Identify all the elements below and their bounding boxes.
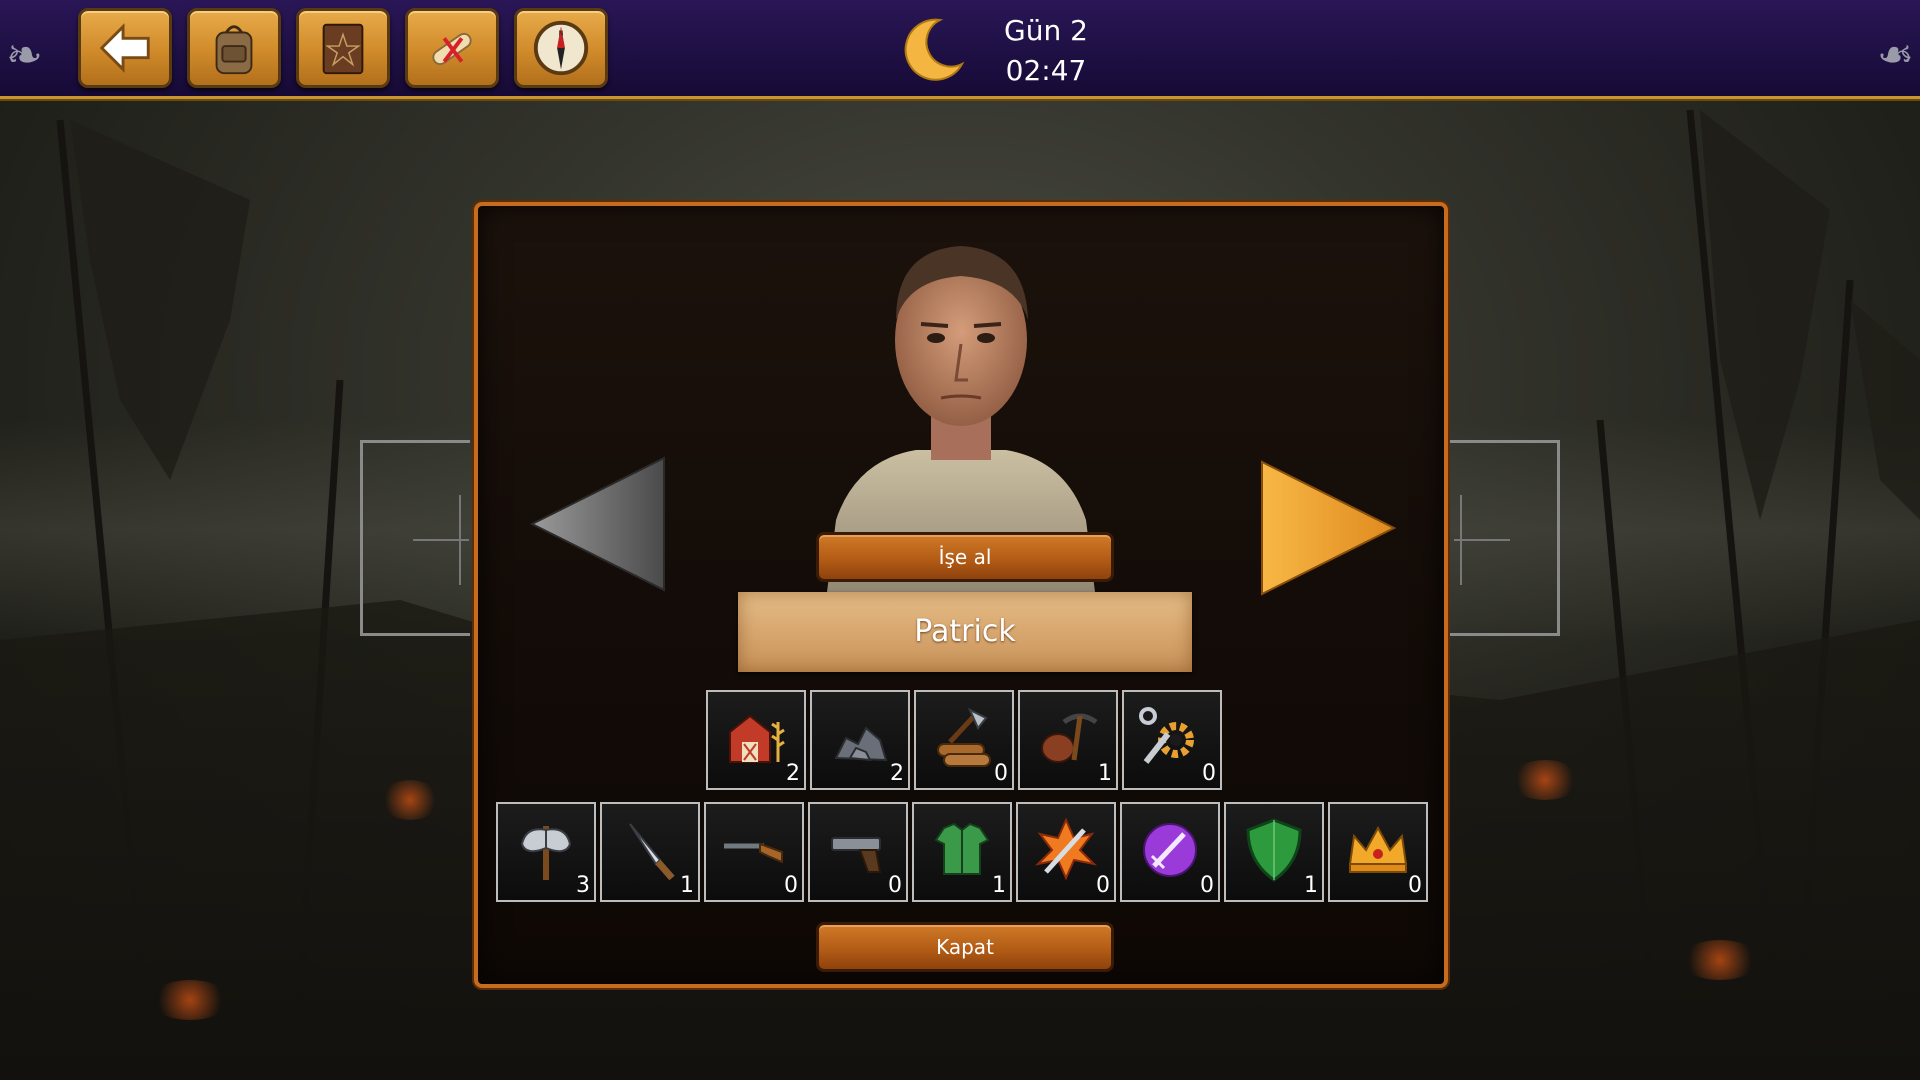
skill-slot-mining[interactable]: 1 (1018, 690, 1118, 790)
skill-slot-stone[interactable]: 2 (810, 690, 910, 790)
skill-slot-farming[interactable]: 2 (706, 690, 806, 790)
corner-ornament-icon: ❧ (1877, 30, 1914, 81)
farm-icon (729, 714, 785, 763)
shield-icon (1246, 818, 1302, 882)
pistol-icon (831, 837, 882, 873)
next-arrow-active[interactable] (1258, 458, 1398, 598)
rifle-icon (724, 842, 783, 864)
scroll-icon (432, 32, 472, 66)
combat-count: 0 (888, 873, 902, 898)
combat-count: 0 (1408, 873, 1422, 898)
magic-sword-icon (1143, 823, 1197, 877)
combat-slot-fire-sword[interactable]: 0 (1016, 802, 1116, 902)
combat-slot-axe[interactable]: 3 (496, 802, 596, 902)
hire-button[interactable]: İşe al (816, 532, 1114, 582)
next-card-frame (1450, 440, 1560, 636)
scroll-button[interactable] (405, 8, 499, 88)
combat-slot-magic-sword[interactable]: 0 (1120, 802, 1220, 902)
combat-count: 3 (576, 873, 590, 898)
skill-slot-crafting[interactable]: 0 (1122, 690, 1222, 790)
skill-count: 0 (994, 761, 1008, 786)
stone-ore-icon (834, 726, 888, 762)
combat-slot-pistol[interactable]: 0 (808, 802, 908, 902)
back-button[interactable] (78, 8, 172, 88)
prev-arrow-disabled[interactable] (528, 454, 668, 594)
crescent-moon-icon (904, 18, 965, 81)
frame-line (459, 495, 461, 585)
compass-icon: N (533, 20, 589, 76)
spellbook-button[interactable] (296, 8, 390, 88)
combat-count: 0 (1200, 873, 1214, 898)
combat-count: 0 (1096, 873, 1110, 898)
woodcutting-icon (937, 707, 991, 767)
skill-count: 1 (1098, 761, 1112, 786)
mining-icon (1041, 713, 1098, 763)
combat-slot-crown[interactable]: 0 (1328, 802, 1428, 902)
day-label: Gün 2 (1004, 14, 1088, 47)
svg-text:N: N (558, 29, 563, 37)
combat-count: 1 (1304, 873, 1318, 898)
armor-icon (934, 822, 990, 875)
previous-card-frame (360, 440, 470, 636)
knife-icon (629, 823, 675, 881)
corner-ornament-icon: ❧ (6, 30, 43, 81)
combat-slot-rifle[interactable]: 0 (704, 802, 804, 902)
clock-time: 02:47 (1005, 54, 1087, 87)
combat-count: 0 (784, 873, 798, 898)
crown-icon (1348, 825, 1408, 873)
frame-line (1460, 495, 1462, 585)
ember-glow (380, 780, 440, 820)
character-name: Patrick (738, 592, 1192, 672)
skill-slot-woodcutting[interactable]: 0 (914, 690, 1014, 790)
combat-slot-shield[interactable]: 1 (1224, 802, 1324, 902)
backpack-icon (215, 25, 253, 75)
combat-slot-knife[interactable]: 1 (600, 802, 700, 902)
combat-slot-armor[interactable]: 1 (912, 802, 1012, 902)
skill-count: 0 (1202, 761, 1216, 786)
character-dialog: İşe al Patrick 2 2 0 1 0 3 1 0 0 1 0 0 1… (474, 202, 1448, 988)
back-arrow-icon (99, 23, 150, 73)
ember-glow (150, 980, 230, 1020)
close-button[interactable]: Kapat (816, 922, 1114, 972)
skill-count: 2 (786, 761, 800, 786)
fire-sword-icon (1034, 817, 1098, 881)
backpack-button[interactable] (187, 8, 281, 88)
ember-glow (1510, 760, 1580, 800)
battle-axe-icon (520, 826, 572, 880)
day-time-display: Gün 2 02:47 (896, 10, 1096, 87)
combat-count: 1 (680, 873, 694, 898)
combat-count: 1 (992, 873, 1006, 898)
frame-line (1454, 539, 1510, 541)
spellbook-icon (322, 23, 364, 75)
skill-count: 2 (890, 761, 904, 786)
crafting-gear-icon (1139, 707, 1194, 764)
ember-glow (1680, 940, 1760, 980)
top-bar: ❧ ❧ N Gün 2 02:47 (0, 0, 1920, 99)
compass-button[interactable]: N (514, 8, 608, 88)
